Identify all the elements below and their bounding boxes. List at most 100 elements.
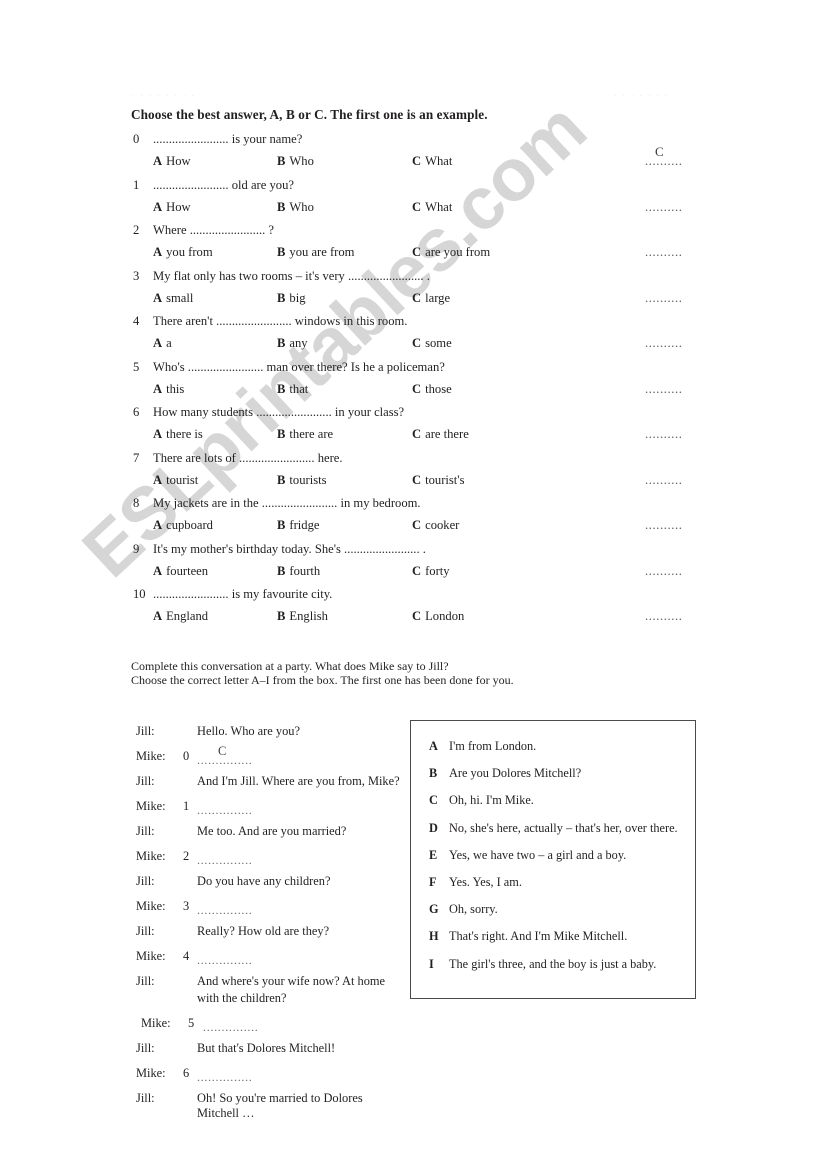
option-a[interactable]: A England: [153, 609, 208, 624]
dialogue-item-number: 6: [183, 1066, 190, 1080]
option-letter: A: [153, 199, 163, 214]
option-text: small: [166, 290, 194, 305]
dialogue-text: Oh! So you're married to Dolores Mitchel…: [197, 1091, 363, 1120]
answer-blank[interactable]: ..........: [645, 291, 683, 306]
question-item: 3 My flat only has two rooms – it's very …: [0, 269, 821, 315]
answer-option-letter: G: [429, 902, 439, 917]
dialogue-answer-blank[interactable]: ...............: [203, 1020, 259, 1035]
option-letter: B: [277, 563, 286, 578]
option-letter: B: [277, 609, 286, 623]
option-text: any: [289, 336, 308, 350]
answer-blank[interactable]: ..........: [645, 382, 683, 397]
option-letter: A: [153, 563, 163, 578]
option-b[interactable]: B Who: [277, 154, 314, 169]
worksheet-page: . . . . . . . . . . . . . . . ESLprintab…: [0, 0, 821, 1169]
option-a[interactable]: Athere is: [153, 427, 203, 442]
option-c[interactable]: Care there: [412, 427, 469, 442]
option-a[interactable]: Ayou from: [153, 245, 213, 260]
option-b[interactable]: Bthere are: [277, 427, 333, 442]
dialogue-speaker: Jill:: [136, 1091, 155, 1105]
dialogue-answer-blank[interactable]: ...............: [197, 853, 253, 868]
option-letter: B: [277, 427, 286, 441]
option-letter: C: [412, 245, 422, 259]
option-text: fourth: [289, 563, 321, 578]
dialogue-text-continued: with the children?: [197, 991, 287, 1005]
option-letter: B: [277, 472, 286, 487]
option-c[interactable]: Cthose: [412, 382, 452, 397]
option-letter: A: [153, 290, 163, 305]
dialogue-speaker: Mike:: [136, 949, 166, 963]
option-text: are there: [425, 427, 469, 441]
question-number: 4: [133, 314, 140, 328]
question-stem: My jackets are in the ..................…: [153, 496, 421, 510]
option-b[interactable]: Bthat: [277, 382, 308, 397]
answer-blank[interactable]: ..........: [645, 200, 683, 215]
option-b[interactable]: Bfridge: [277, 518, 319, 533]
option-letter: A: [153, 336, 163, 350]
dialogue-text: But that's Dolores Mitchell!: [197, 1041, 336, 1055]
dialogue-speaker: Mike:: [136, 799, 166, 813]
option-text: Who: [289, 199, 314, 214]
dialogue-item-number: 2: [183, 849, 190, 863]
answer-blank[interactable]: ..........: [645, 245, 683, 260]
answer-blank[interactable]: ..........: [645, 518, 683, 533]
answer-mark: C: [655, 144, 664, 159]
option-a[interactable]: Acupboard: [153, 518, 213, 533]
question-number: 9: [133, 541, 140, 556]
dialogue-item-number: 5: [188, 1016, 195, 1030]
option-b[interactable]: Byou are from: [277, 245, 354, 260]
answer-option-letter: E: [429, 847, 438, 862]
option-a[interactable]: Athis: [153, 382, 184, 397]
option-b[interactable]: Btourists: [277, 473, 327, 488]
question-stem: My flat only has two rooms – it's very .…: [153, 268, 430, 283]
option-text: are you from: [425, 245, 491, 259]
option-c[interactable]: Csome: [412, 336, 452, 351]
option-a[interactable]: Afourteen: [153, 564, 208, 579]
option-c[interactable]: Clarge: [412, 291, 450, 306]
option-text: tourist: [166, 472, 199, 487]
dialogue-answer-blank[interactable]: ...............: [197, 903, 253, 918]
option-b[interactable]: B Who: [277, 200, 314, 215]
option-b[interactable]: Bbig: [277, 291, 306, 306]
option-letter: A: [153, 518, 163, 532]
answer-blank[interactable]: ..........: [645, 336, 683, 351]
option-c[interactable]: Ccooker: [412, 518, 459, 533]
option-c[interactable]: Care you from: [412, 245, 490, 260]
question-number: 2: [133, 223, 140, 237]
option-b[interactable]: Bany: [277, 336, 308, 351]
dialogue-text: Hello. Who are you?: [197, 724, 300, 738]
option-a[interactable]: A How: [153, 154, 191, 169]
option-letter: C: [412, 154, 422, 168]
dialogue-answer-blank[interactable]: ...............: [197, 1070, 253, 1085]
option-letter: B: [277, 199, 286, 214]
answer-blank[interactable]: ..........: [645, 473, 683, 488]
dialogue-answer-blank[interactable]: ...............: [197, 803, 253, 818]
option-a[interactable]: Aa: [153, 336, 172, 351]
question-item: 8 My jackets are in the .................…: [0, 496, 821, 542]
dialogue-item-number: 1: [183, 799, 190, 813]
dialogue-speaker: Jill:: [136, 724, 155, 738]
answer-blank[interactable]: ..........: [645, 427, 683, 442]
answer-blank[interactable]: ..........: [645, 154, 683, 169]
option-c[interactable]: C What: [412, 200, 452, 215]
dialogue-speaker: Mike:: [136, 899, 166, 913]
answer-blank[interactable]: ..........: [645, 609, 683, 624]
option-c[interactable]: Ctourist's: [412, 473, 464, 488]
option-c[interactable]: C What: [412, 154, 452, 169]
option-b[interactable]: B English: [277, 609, 328, 624]
option-a[interactable]: Atourist: [153, 473, 198, 488]
answer-option-text: The girl's three, and the boy is just a …: [449, 956, 657, 971]
question-item: 5 Who's ........................ man over…: [0, 360, 821, 406]
dialogue-speaker: Jill:: [136, 974, 155, 988]
option-letter: B: [277, 381, 286, 396]
option-b[interactable]: Bfourth: [277, 564, 320, 579]
option-text: those: [425, 381, 452, 396]
option-letter: C: [412, 290, 422, 305]
answer-blank[interactable]: ..........: [645, 564, 683, 579]
dialogue-answer-blank[interactable]: ...............: [197, 953, 253, 968]
option-c[interactable]: Cforty: [412, 564, 450, 579]
option-a[interactable]: A How: [153, 200, 191, 215]
option-a[interactable]: Asmall: [153, 291, 193, 306]
option-letter: A: [153, 381, 163, 396]
option-c[interactable]: C London: [412, 609, 464, 624]
